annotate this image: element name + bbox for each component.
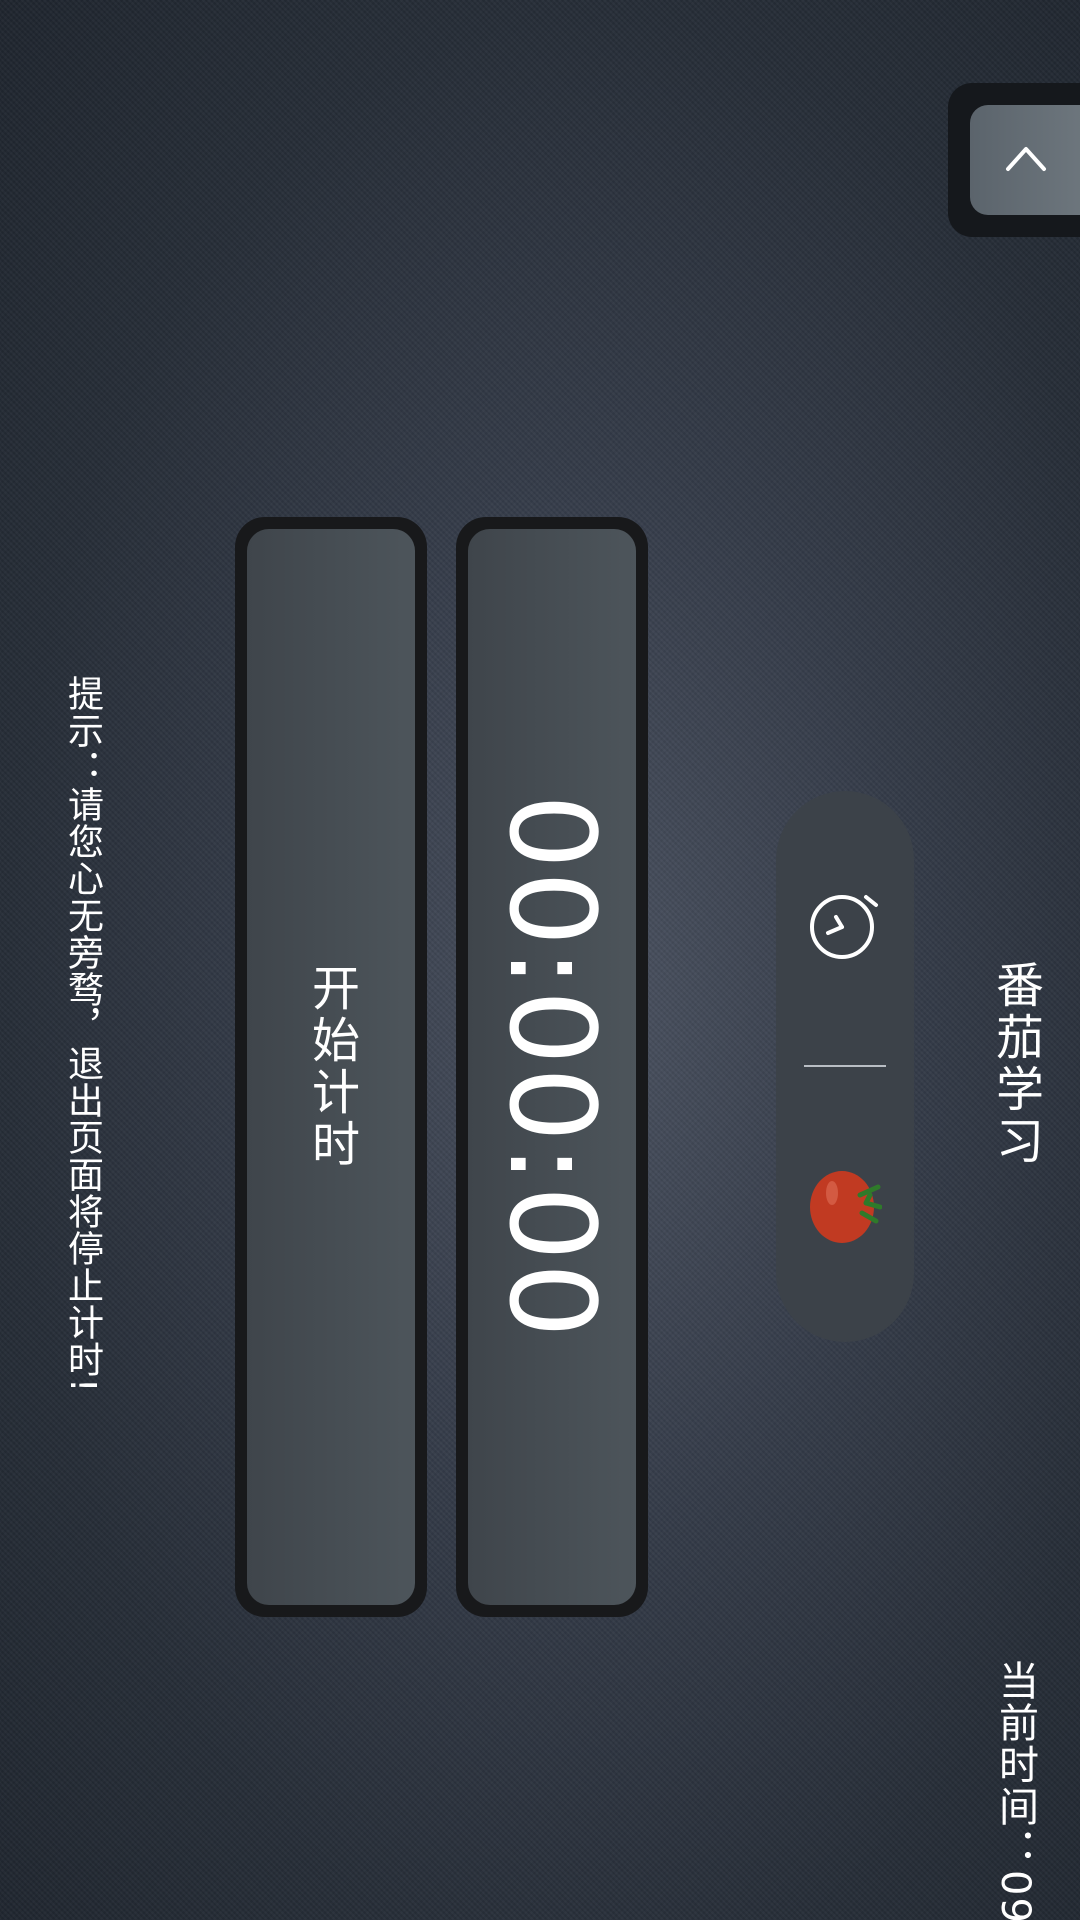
tomato-icon[interactable]: [808, 1165, 882, 1245]
clock-icon[interactable]: [806, 887, 884, 965]
mode-divider: [804, 1065, 886, 1067]
hint-text: 提示：请您心无旁骛，退出页面将停止计时!: [62, 675, 103, 1394]
chevron-up-icon: [1006, 147, 1046, 171]
timer-panel: 00:00:00: [456, 517, 648, 1617]
start-timer-button[interactable]: 开始计时: [235, 517, 427, 1617]
current-time-label: 当前时间：09: [992, 1660, 1038, 1920]
start-timer-label: 开始计时: [303, 963, 359, 1171]
page-title: 番茄学习: [987, 960, 1043, 1168]
timer-display: 00:00:00: [483, 794, 621, 1340]
collapse-button[interactable]: [970, 105, 1080, 215]
mode-toggle: [776, 791, 914, 1342]
